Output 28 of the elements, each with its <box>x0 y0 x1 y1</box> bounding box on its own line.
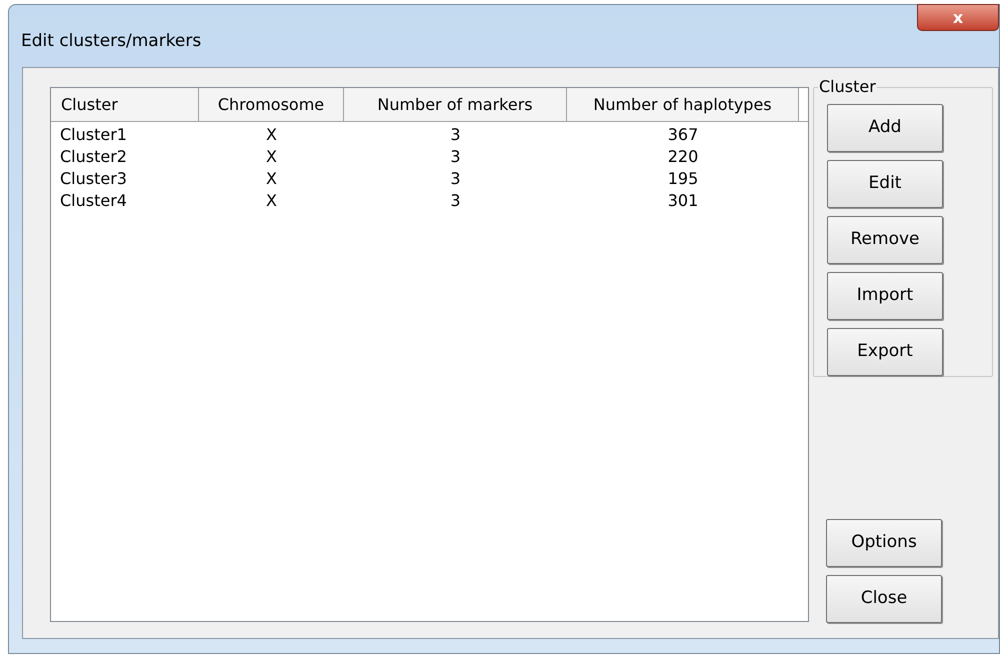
dialog-button[interactable]: Close <box>826 575 942 623</box>
table-cell: X <box>266 147 277 166</box>
table-cell: X <box>266 191 277 210</box>
table-cell: Cluster3 <box>60 169 127 188</box>
table-cell: 301 <box>668 191 698 210</box>
column-header[interactable]: Number of markers <box>344 88 567 121</box>
table-cell: Cluster1 <box>60 125 127 144</box>
dialog-button[interactable]: Remove <box>827 216 943 264</box>
dialog-button[interactable]: Import <box>827 272 943 320</box>
table-cell: X <box>266 169 277 188</box>
column-header[interactable]: Chromosome <box>199 88 344 121</box>
dialog-button[interactable]: Options <box>826 519 942 567</box>
table-cell: 3 <box>450 191 461 210</box>
table-cell: 3 <box>450 147 461 166</box>
table-cell: Cluster2 <box>60 147 127 166</box>
dialog-button[interactable]: Add <box>827 104 943 152</box>
dialog-button[interactable]: Export <box>827 328 943 376</box>
table-cell: 220 <box>668 147 698 166</box>
table-cell: Cluster4 <box>60 191 127 210</box>
table-cell: 367 <box>668 125 698 144</box>
dialog-button[interactable]: Edit <box>827 160 943 208</box>
table-cell: 195 <box>668 169 698 188</box>
table-cell: 3 <box>450 125 461 144</box>
column-header[interactable]: Cluster <box>51 88 199 121</box>
column-header[interactable]: Number of haplotypes <box>567 88 799 121</box>
window-title: Edit clusters/markers <box>21 30 202 53</box>
table-cell: 3 <box>450 169 461 188</box>
table-cell: X <box>266 125 277 144</box>
